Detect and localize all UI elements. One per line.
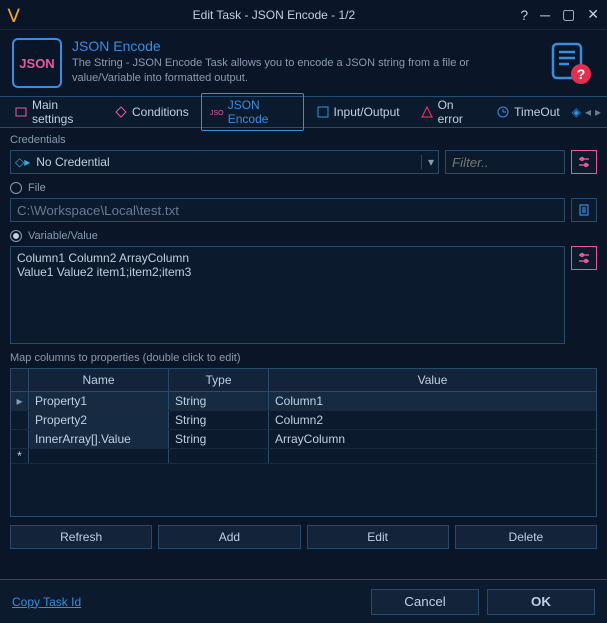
- table-row[interactable]: InnerArray[].Value String ArrayColumn: [11, 430, 596, 449]
- new-row[interactable]: *: [11, 449, 596, 464]
- cell-value[interactable]: Column1: [269, 392, 596, 410]
- cell-type[interactable]: String: [169, 430, 269, 448]
- tab-conditions[interactable]: Conditions: [106, 101, 197, 123]
- svg-text:?: ?: [577, 66, 586, 82]
- edit-button[interactable]: Edit: [307, 525, 449, 549]
- tab-label: TimeOut: [514, 105, 560, 119]
- minimize-icon[interactable]: ─: [540, 7, 550, 23]
- footer: Copy Task Id Cancel OK: [0, 579, 607, 623]
- conditions-icon: [114, 105, 128, 119]
- io-icon: [316, 105, 330, 119]
- maximize-icon[interactable]: ▢: [562, 6, 575, 23]
- credentials-settings-button[interactable]: [571, 150, 597, 174]
- mapping-label: Map columns to properties (double click …: [10, 352, 597, 364]
- chevron-down-icon: ▾: [421, 155, 434, 169]
- cell-value[interactable]: ArrayColumn: [269, 430, 596, 448]
- cell-type[interactable]: String: [169, 411, 269, 429]
- task-type-icon: JSON: [12, 38, 62, 88]
- credential-icon: ◇▸: [15, 155, 30, 169]
- file-radio[interactable]: [10, 182, 22, 194]
- ok-button[interactable]: OK: [487, 589, 595, 615]
- col-header-name[interactable]: Name: [29, 369, 169, 391]
- titlebar: ⋁ Edit Task - JSON Encode - 1/2 ? ─ ▢ ✕: [0, 0, 607, 30]
- cell-name[interactable]: Property1: [29, 392, 169, 410]
- settings-icon: [14, 105, 28, 119]
- new-row-icon: *: [11, 449, 29, 463]
- tab-label: On error: [438, 98, 477, 126]
- window-title: Edit Task - JSON Encode - 1/2: [27, 8, 520, 22]
- cancel-button[interactable]: Cancel: [371, 589, 479, 615]
- close-icon[interactable]: ✕: [587, 6, 599, 23]
- tab-overflow-icon[interactable]: ◈: [572, 105, 581, 119]
- header: JSON JSON Encode The String - JSON Encod…: [0, 30, 607, 96]
- tab-json-encode[interactable]: JSON JSON Encode: [201, 93, 304, 131]
- credentials-select[interactable]: ◇▸ No Credential ▾: [10, 150, 439, 174]
- refresh-button[interactable]: Refresh: [10, 525, 152, 549]
- credentials-selected: No Credential: [36, 155, 421, 169]
- credentials-label: Credentials: [10, 134, 597, 146]
- tab-input-output[interactable]: Input/Output: [308, 101, 408, 123]
- variable-radio[interactable]: [10, 230, 22, 242]
- tab-on-error[interactable]: On error: [412, 94, 485, 130]
- browse-file-button[interactable]: [571, 198, 597, 222]
- cell-type[interactable]: String: [169, 392, 269, 410]
- scroll-left-icon[interactable]: ◂: [585, 105, 591, 119]
- mapping-grid[interactable]: Name Type Value ▸ Property1 String Colum…: [10, 368, 597, 517]
- cell-name[interactable]: InnerArray[].Value: [29, 430, 169, 448]
- tab-label: JSON Encode: [228, 98, 295, 126]
- table-row[interactable]: ▸ Property1 String Column1: [11, 392, 596, 411]
- file-label: File: [28, 182, 46, 194]
- col-header-type[interactable]: Type: [169, 369, 269, 391]
- tab-bar: Main settings Conditions JSON JSON Encod…: [0, 96, 607, 128]
- app-logo-icon: ⋁: [8, 6, 19, 23]
- tab-label: Conditions: [132, 105, 189, 119]
- cell-value[interactable]: Column2: [269, 411, 596, 429]
- variable-settings-button[interactable]: [571, 246, 597, 270]
- scroll-right-icon[interactable]: ▸: [595, 105, 601, 119]
- tab-label: Main settings: [32, 98, 94, 126]
- file-path-input[interactable]: [10, 198, 565, 222]
- svg-text:JSON: JSON: [210, 110, 224, 117]
- row-indicator-icon: ▸: [11, 392, 29, 410]
- delete-button[interactable]: Delete: [455, 525, 597, 549]
- variable-value-textarea[interactable]: Column1 Column2 ArrayColumn Value1 Value…: [10, 246, 565, 344]
- tab-timeout[interactable]: TimeOut: [488, 101, 568, 123]
- credentials-filter-input[interactable]: [445, 150, 565, 174]
- page-description: The String - JSON Encode Task allows you…: [72, 56, 535, 87]
- page-title: JSON Encode: [72, 38, 535, 54]
- add-button[interactable]: Add: [158, 525, 300, 549]
- copy-task-id-link[interactable]: Copy Task Id: [12, 595, 81, 609]
- context-help-icon[interactable]: ?: [545, 38, 595, 88]
- table-row[interactable]: Property2 String Column2: [11, 411, 596, 430]
- warning-icon: [420, 105, 434, 119]
- tab-label: Input/Output: [334, 105, 400, 119]
- help-icon[interactable]: ?: [520, 7, 528, 23]
- cell-name[interactable]: Property2: [29, 411, 169, 429]
- clock-icon: [496, 105, 510, 119]
- col-header-value[interactable]: Value: [269, 369, 596, 391]
- tab-main-settings[interactable]: Main settings: [6, 94, 102, 130]
- json-icon: JSON: [210, 105, 224, 119]
- variable-label: Variable/Value: [28, 230, 98, 242]
